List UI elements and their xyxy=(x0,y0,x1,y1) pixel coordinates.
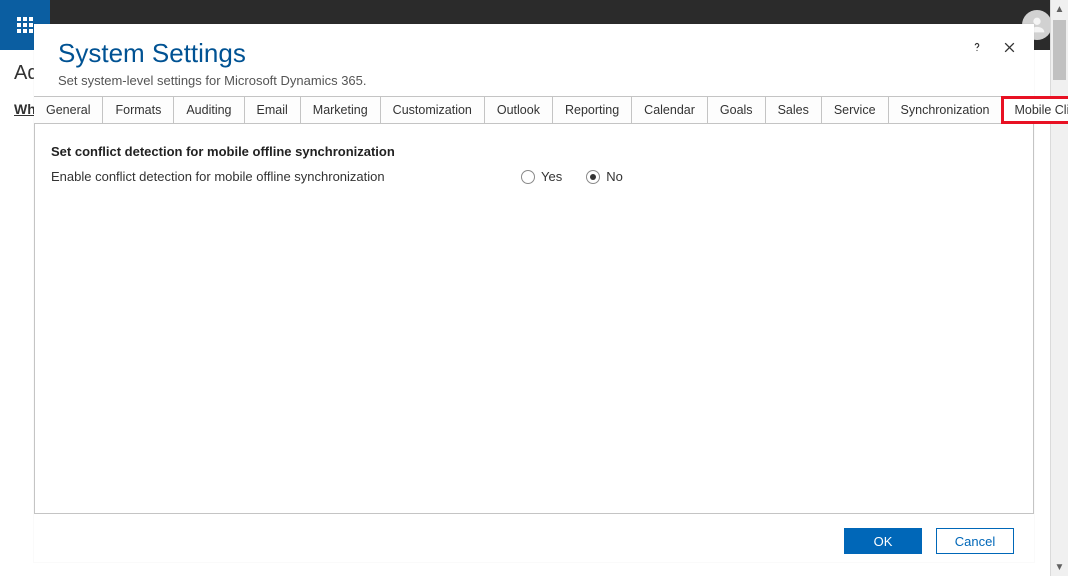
cancel-button[interactable]: Cancel xyxy=(936,528,1014,554)
tab-email[interactable]: Email xyxy=(245,97,301,123)
scroll-thumb[interactable] xyxy=(1053,20,1066,80)
radio-outer xyxy=(586,170,600,184)
ok-button[interactable]: OK xyxy=(844,528,922,554)
tab-reporting[interactable]: Reporting xyxy=(553,97,632,123)
radio-dot xyxy=(590,174,596,180)
radio-yes[interactable]: Yes xyxy=(521,169,562,184)
section-title: Set conflict detection for mobile offlin… xyxy=(51,144,1017,159)
dialog-subtitle: Set system-level settings for Microsoft … xyxy=(58,73,1010,88)
radio-yes-label: Yes xyxy=(541,169,562,184)
dialog-tabs: GeneralFormatsAuditingEmailMarketingCust… xyxy=(34,96,1034,124)
radio-group: Yes No xyxy=(521,169,623,184)
tab-outlook[interactable]: Outlook xyxy=(485,97,553,123)
field-row: Enable conflict detection for mobile off… xyxy=(51,169,1017,184)
page-scrollbar[interactable]: ▲ ▼ xyxy=(1050,0,1068,576)
dialog-footer: OK Cancel xyxy=(34,514,1034,562)
tab-formats[interactable]: Formats xyxy=(103,97,174,123)
dialog-title: System Settings xyxy=(58,38,1010,69)
field-label: Enable conflict detection for mobile off… xyxy=(51,169,491,184)
radio-outer xyxy=(521,170,535,184)
tab-customization[interactable]: Customization xyxy=(381,97,485,123)
dialog-header: System Settings Set system-level setting… xyxy=(34,24,1034,96)
scroll-up-icon[interactable]: ▲ xyxy=(1051,0,1068,18)
scroll-down-icon[interactable]: ▼ xyxy=(1051,558,1068,576)
tab-sales[interactable]: Sales xyxy=(766,97,822,123)
tab-marketing[interactable]: Marketing xyxy=(301,97,381,123)
tab-general[interactable]: General xyxy=(34,97,103,123)
tab-goals[interactable]: Goals xyxy=(708,97,766,123)
radio-no-label: No xyxy=(606,169,623,184)
tab-calendar[interactable]: Calendar xyxy=(632,97,708,123)
tab-synchronization[interactable]: Synchronization xyxy=(889,97,1003,123)
close-icon[interactable] xyxy=(1000,38,1018,56)
tab-auditing[interactable]: Auditing xyxy=(174,97,244,123)
system-settings-dialog: System Settings Set system-level setting… xyxy=(34,24,1034,562)
radio-no[interactable]: No xyxy=(586,169,623,184)
dialog-content: Set conflict detection for mobile offlin… xyxy=(34,124,1034,514)
tab-mobile-client[interactable]: Mobile Client xyxy=(1002,97,1068,123)
help-icon[interactable] xyxy=(968,38,986,56)
tab-service[interactable]: Service xyxy=(822,97,889,123)
